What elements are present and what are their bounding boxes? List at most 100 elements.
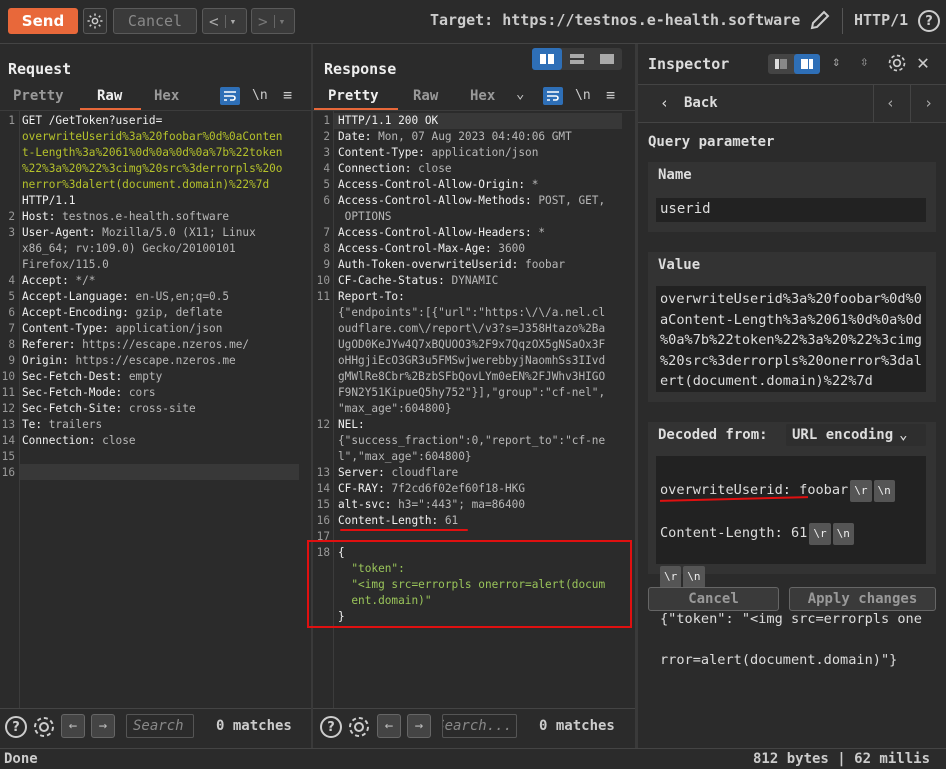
chevron-left-icon[interactable]: ‹ <box>886 94 895 112</box>
help-icon[interactable]: ? <box>918 10 940 32</box>
cancel-button[interactable]: Cancel <box>113 8 197 34</box>
code-line: 1 HTTP/1.1 200 OK <box>314 113 438 129</box>
wrap-lines-icon[interactable] <box>220 87 240 105</box>
code-line: 16 <box>0 465 15 481</box>
arrow-right-icon: → <box>98 718 108 734</box>
value-field[interactable]: overwriteUserid%3a%20foobar%0d%0 aContent… <box>656 286 926 392</box>
panel-divider[interactable] <box>635 44 638 748</box>
help-icon[interactable]: ? <box>320 716 342 738</box>
protocol-label[interactable]: HTTP/1 <box>854 11 908 29</box>
layout-left-icon[interactable] <box>768 54 794 74</box>
code-line: UgOD0KeJYw4Q7xBQUOO3%2F9x7QqzOX5gNSaOx3F <box>314 337 605 353</box>
dropdown-icon[interactable]: ▾ <box>224 14 236 28</box>
back-button[interactable]: Back <box>684 95 718 111</box>
code-line: t-Length%3a%2061%0d%0a%0d%0a%7b%22token <box>0 145 282 161</box>
layout-toggle[interactable] <box>532 48 622 70</box>
apply-changes-button[interactable]: Apply changes <box>789 587 936 611</box>
search-prev-button[interactable]: ← <box>377 714 401 738</box>
newline-toggle[interactable]: \n <box>575 88 591 103</box>
code-text: Connection: close <box>338 162 452 175</box>
line-number: 16 <box>316 514 330 527</box>
divider <box>0 110 311 111</box>
code-line: 9 Auth-Token-overwriteUserid: foobar <box>314 257 565 273</box>
history-back-button[interactable]: < ▾ <box>202 8 247 34</box>
split-horizontal-icon[interactable] <box>562 48 592 70</box>
settings-gear-button[interactable] <box>83 8 107 34</box>
code-text: NEL: <box>338 418 365 431</box>
code-text: Sec-Fetch-Mode: cors <box>22 386 156 399</box>
code-text: CF-RAY: 7f2cd6f02ef60f18-HKG <box>338 482 526 495</box>
expand-icon[interactable]: ⇕ <box>832 54 840 70</box>
request-editor[interactable]: 1 GET /GetToken?userid= overwriteUserid%3a… <box>0 113 311 708</box>
value-label: Value <box>658 257 701 273</box>
search-input[interactable]: Search <box>126 714 194 738</box>
code-line: overwriteUserid%3a%20foobar%0d%0aConten <box>0 129 282 145</box>
single-pane-icon[interactable] <box>592 48 622 70</box>
value-line: aContent-Length%3a%2061%0d%0a%0d <box>660 311 922 328</box>
search-next-button[interactable]: → <box>91 714 115 738</box>
search-input[interactable]: Search... <box>442 714 517 738</box>
code-text: Content-Type: application/json <box>338 146 539 159</box>
encoding-select[interactable]: URL encoding ⌄ <box>786 424 926 446</box>
collapse-icon[interactable]: ⇳ <box>860 54 868 70</box>
help-icon[interactable]: ? <box>5 716 27 738</box>
decoded-line: Content-Length: 61 <box>660 524 808 541</box>
line-number: 8 <box>323 242 330 255</box>
value-line: ert(document.domain)%22%7d <box>660 373 873 389</box>
code-text: Te: trailers <box>22 418 103 431</box>
menu-icon[interactable]: ≡ <box>283 86 292 104</box>
tab-response-pretty[interactable]: Pretty <box>328 88 379 104</box>
history-forward-button[interactable]: > ▾ <box>251 8 295 34</box>
code-text: Auth-Token-overwriteUserid: foobar <box>338 258 566 271</box>
decoded-field[interactable]: overwriteUserid: foobar \r \n Content-Leng… <box>656 456 926 668</box>
split-vertical-icon[interactable] <box>532 48 562 70</box>
search-prev-button[interactable]: ← <box>61 714 85 738</box>
line-number: 2 <box>323 130 330 143</box>
divider <box>313 110 635 111</box>
close-icon[interactable]: ✕ <box>917 50 929 74</box>
tab-request-pretty[interactable]: Pretty <box>13 88 64 104</box>
target-url[interactable]: Target: https://testnos.e-health.softwar… <box>430 11 800 29</box>
search-settings-button[interactable] <box>347 715 371 743</box>
search-settings-button[interactable] <box>32 715 56 743</box>
layout-right-icon[interactable] <box>794 54 820 74</box>
cr-badge: \r <box>850 479 872 502</box>
dropdown-icon[interactable]: ▾ <box>273 14 285 28</box>
chevron-right-icon[interactable]: › <box>924 94 933 112</box>
tab-request-raw[interactable]: Raw <box>97 88 122 104</box>
wrap-lines-icon[interactable] <box>543 87 563 105</box>
inspector-settings-button[interactable] <box>887 53 907 77</box>
arrow-left-icon: ← <box>68 718 78 734</box>
newline-toggle[interactable]: \n <box>252 88 268 103</box>
code-line: Firefox/115.0 <box>0 257 109 273</box>
tab-request-hex[interactable]: Hex <box>154 88 179 104</box>
matches-count: 0 matches <box>216 718 292 734</box>
status-text: Done <box>4 751 38 767</box>
search-next-button[interactable]: → <box>407 714 431 738</box>
code-text: Report-To: <box>338 290 405 303</box>
code-text: User-Agent: Mozilla/5.0 (X11; Linux <box>22 226 256 239</box>
name-field[interactable]: userid <box>656 198 926 222</box>
code-line: 12 Sec-Fetch-Site: cross-site <box>0 401 196 417</box>
line-number: 8 <box>8 338 15 351</box>
tab-response-raw[interactable]: Raw <box>413 88 438 104</box>
edit-target-button[interactable] <box>808 8 832 32</box>
send-button[interactable]: Send <box>8 8 78 34</box>
line-number: 7 <box>323 226 330 239</box>
code-text: alt-svc: h3=":443"; ma=86400 <box>338 498 526 511</box>
tab-response-hex[interactable]: Hex <box>470 88 495 104</box>
inspector-layout-toggle[interactable] <box>768 54 820 74</box>
decoded-line: rror=alert(document.domain)"} <box>660 651 898 668</box>
code-text: gMWlRe8Cbr%2BzbSFbQovLYm0eEN%2FJWhv3HIGO <box>338 370 606 383</box>
chevron-left-icon[interactable]: ‹ <box>660 94 669 112</box>
line-number: 11 <box>1 386 15 399</box>
menu-icon[interactable]: ≡ <box>606 86 615 104</box>
code-text: oHHgjiEcO3GR3u5FMSwjwerebbyjNaomhSs3IIvd <box>338 354 606 367</box>
line-number: 7 <box>8 322 15 335</box>
code-line: F9N2Y51KipueQ5hy752"}],"group":"cf-nel", <box>314 385 605 401</box>
inspector-cancel-button[interactable]: Cancel <box>648 587 779 611</box>
line-number: 13 <box>1 418 15 431</box>
code-line: 6 Access-Control-Allow-Methods: POST, GET… <box>314 193 605 209</box>
chevron-down-icon[interactable]: ⌄ <box>516 86 524 102</box>
line-number: 15 <box>1 450 15 463</box>
